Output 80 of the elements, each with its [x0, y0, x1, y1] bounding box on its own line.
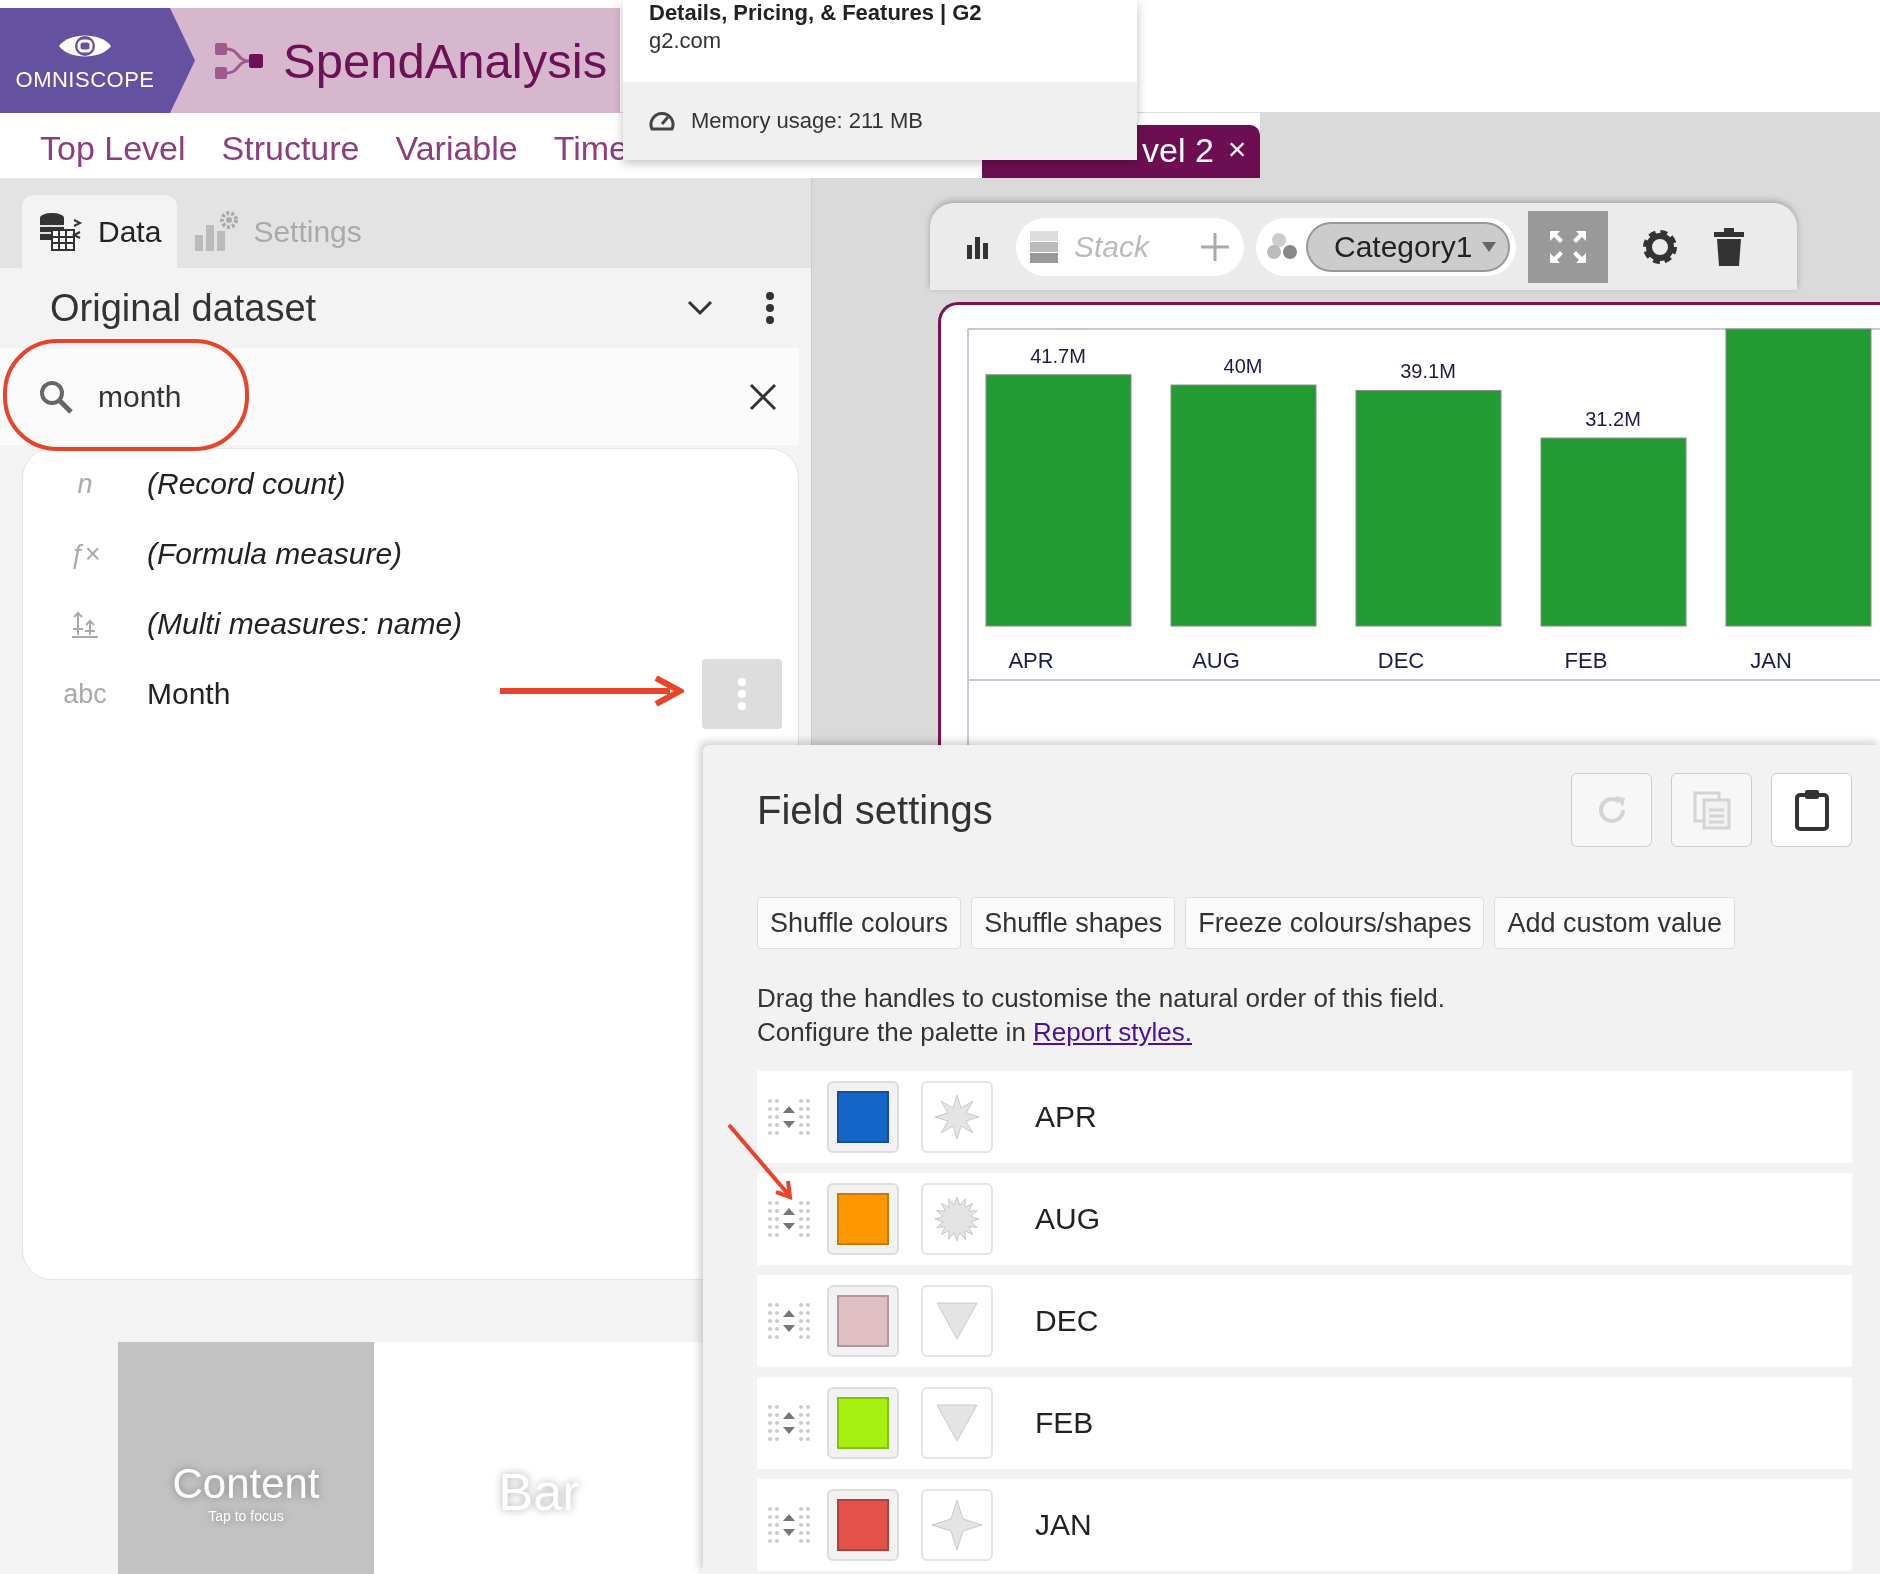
caret-icon: [1482, 241, 1497, 252]
kebab-menu-icon[interactable]: [765, 291, 775, 325]
page-title: Details, Pricing, & Features | G2: [648, 0, 983, 26]
search-icon: [38, 378, 74, 415]
search-field[interactable]: month: [96, 378, 727, 415]
page-url: g2.com: [648, 27, 723, 55]
value-row[interactable]: FEB: [757, 1377, 1852, 1469]
tile-hint: Tap to focus: [208, 1508, 284, 1524]
search-bar[interactable]: month: [0, 348, 799, 445]
value-label: 31.2M: [1585, 408, 1641, 431]
database-icon: [38, 211, 84, 252]
dataset-title: Original dataset: [50, 286, 318, 330]
chevron-down-icon[interactable]: [687, 300, 713, 316]
dots-icon: [1266, 231, 1300, 262]
trash-icon[interactable]: [1714, 227, 1745, 266]
category-label: DEC: [1377, 648, 1425, 673]
close-icon[interactable]: [749, 382, 777, 411]
value-label: FEB: [1035, 1406, 1094, 1440]
value-label: APR: [1035, 1100, 1097, 1134]
type-label: n: [77, 468, 93, 500]
value-label: 39.1M: [1400, 360, 1456, 383]
panel-title: Field settings: [757, 787, 994, 833]
colour-button[interactable]: [827, 1183, 899, 1255]
stack-field[interactable]: Stack: [1072, 228, 1186, 265]
category-label: JAN: [1750, 648, 1792, 673]
field-item[interactable]: (Multi measures: name): [23, 589, 798, 659]
field-item[interactable]: ƒ× (Formula measure): [23, 519, 798, 589]
paste-button[interactable]: [1771, 773, 1852, 847]
action-button[interactable]: Freeze colours/shapes: [1185, 897, 1485, 949]
value-row[interactable]: APR: [757, 1071, 1852, 1163]
kebab-icon: [737, 677, 747, 711]
value-label: AUG: [1035, 1202, 1100, 1236]
sparkle-icon: [931, 1499, 983, 1551]
tile-title: Content: [172, 1460, 320, 1508]
action-button[interactable]: Shuffle colours: [757, 897, 962, 949]
stack-icon: [1030, 230, 1058, 263]
tab[interactable]: Top Level: [40, 129, 186, 178]
colour-button[interactable]: [827, 1489, 899, 1561]
gauge-icon: [649, 110, 675, 132]
category-dropdown[interactable]: Category1: [1306, 221, 1511, 272]
clipboard-icon: [1793, 789, 1830, 831]
instructions-text: Drag the handles to customise the natural order of this field. Configure the palette in Report styles.: [757, 982, 1446, 1049]
triangle-icon: [935, 1403, 979, 1443]
value-label: 41.7M: [1030, 344, 1086, 367]
category-label: FEB: [1564, 648, 1608, 673]
omniscope-logo[interactable]: OMNISCOPE: [0, 8, 195, 113]
fullscreen-button[interactable]: [1528, 210, 1609, 283]
type-label: abc: [63, 678, 107, 710]
category-label: APR: [1008, 648, 1054, 673]
colour-button[interactable]: [827, 1081, 899, 1153]
flow-icon: [213, 40, 265, 81]
expand-icon: [1548, 228, 1589, 265]
plus-icon[interactable]: [1200, 231, 1230, 262]
chart-gear-icon: [193, 210, 240, 253]
value-row[interactable]: DEC: [757, 1275, 1852, 1367]
stack-pill[interactable]: Stack: [1016, 217, 1244, 276]
value-label: DEC: [1035, 1304, 1099, 1338]
measures-icon: [70, 609, 100, 639]
action-button[interactable]: Add custom value: [1494, 897, 1736, 949]
value-row[interactable]: JAN: [757, 1479, 1852, 1571]
action-button[interactable]: Shuffle shapes: [971, 897, 1176, 949]
value-label: JAN: [1035, 1508, 1092, 1542]
report-styles-link[interactable]: Report styles.: [1033, 1017, 1193, 1047]
category-label: AUG: [1192, 648, 1240, 673]
memory-usage: Memory usage: 211 MB: [691, 108, 923, 134]
starburst-icon: [934, 1196, 980, 1242]
value-row[interactable]: AUG: [757, 1173, 1852, 1265]
star-icon: [934, 1094, 980, 1140]
triangle-icon: [935, 1301, 979, 1341]
logo-text: OMNISCOPE: [15, 66, 155, 93]
bar-chart-icon[interactable]: [966, 234, 990, 259]
type-label: ƒ×: [69, 538, 101, 570]
app-title: SpendAnalysis: [283, 32, 608, 89]
copy-icon: [1691, 790, 1732, 830]
tab[interactable]: Variable: [395, 129, 518, 178]
field-item[interactable]: n (Record count): [23, 449, 798, 519]
value-label: 40M: [1223, 355, 1263, 378]
tab[interactable]: Structure: [221, 129, 360, 178]
panel-tab[interactable]: Data: [22, 195, 178, 268]
field-item[interactable]: abc Month: [23, 659, 798, 729]
